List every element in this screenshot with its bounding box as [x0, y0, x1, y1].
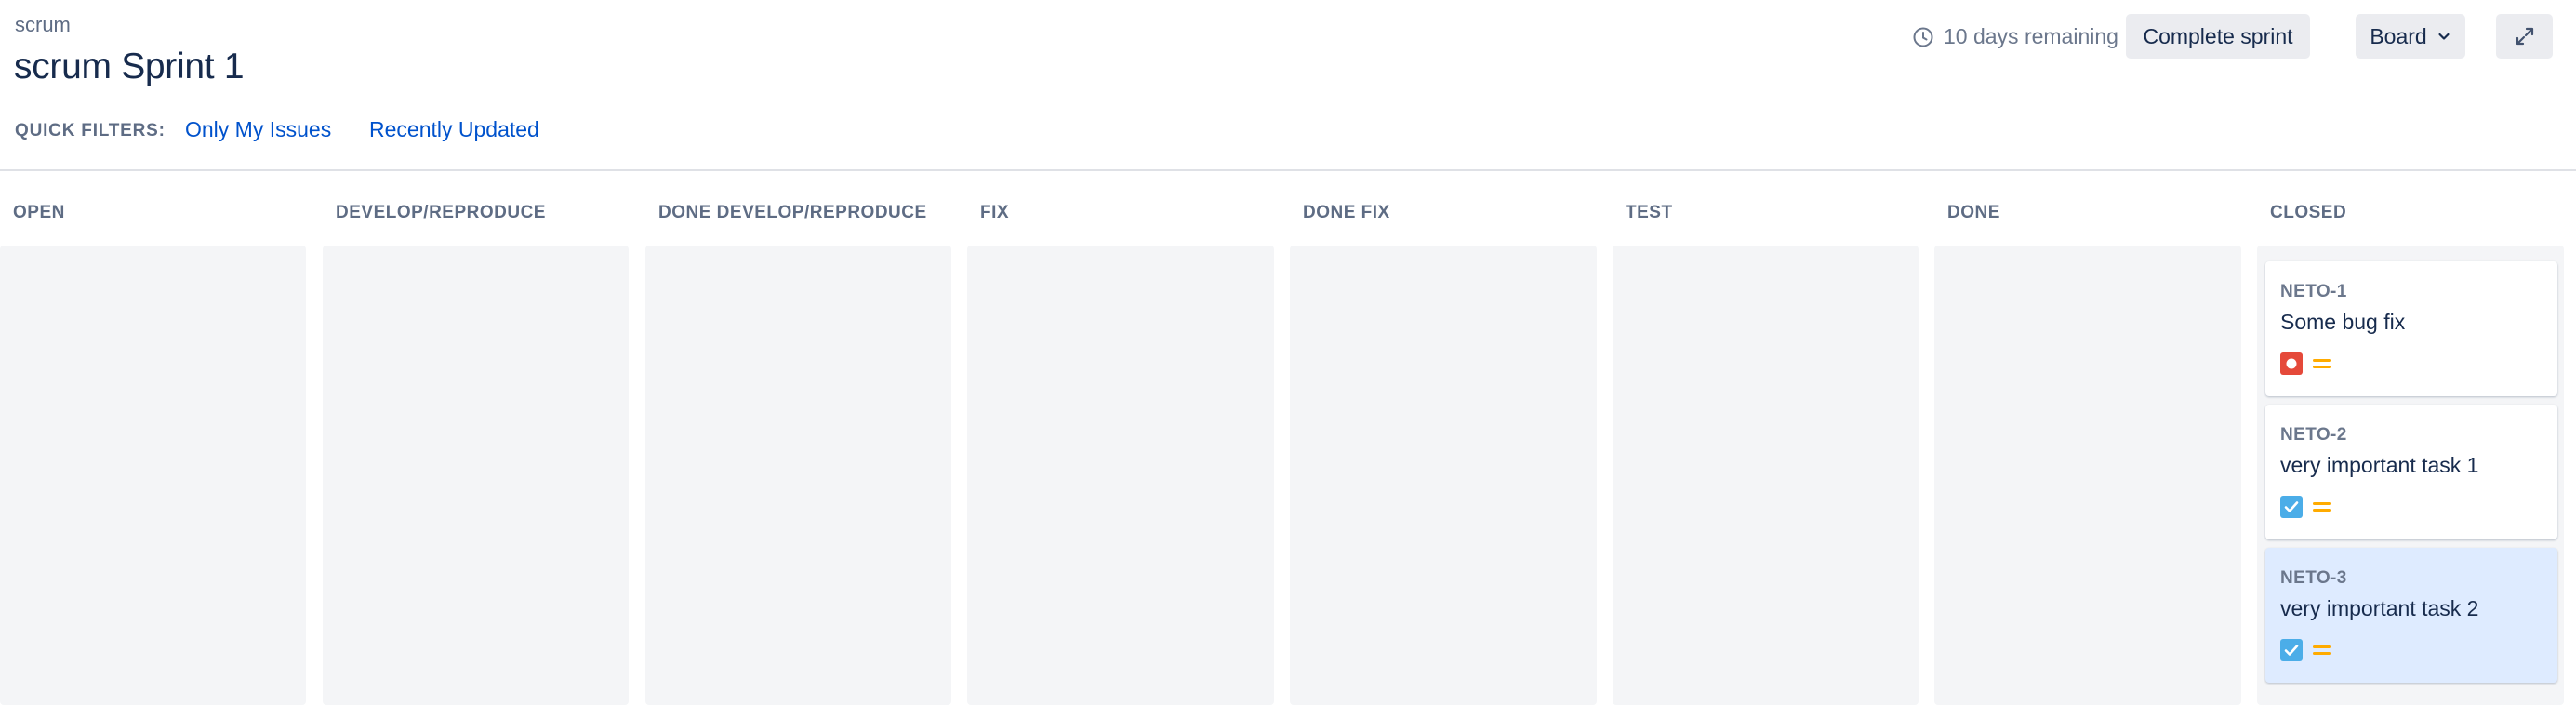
sprint-board-page: scrum scrum Sprint 1 10 days remaining C… [0, 0, 2576, 705]
priority-medium-icon [2313, 645, 2331, 655]
expand-icon [2516, 27, 2533, 46]
column-test[interactable] [1613, 246, 1919, 705]
issue-summary: very important task 1 [2280, 453, 2479, 477]
priority-medium-icon [2313, 359, 2331, 368]
column-done[interactable] [1934, 246, 2241, 705]
column-done-fix[interactable] [1290, 246, 1597, 705]
quick-filters-label: QUICK FILTERS: [15, 121, 166, 140]
issue-card[interactable]: NETO-1 Some bug fix [2265, 261, 2557, 396]
task-icon [2280, 639, 2303, 661]
column-header-fix: FIX [980, 203, 1010, 222]
task-icon [2280, 496, 2303, 518]
filter-recently-updated[interactable]: Recently Updated [369, 117, 539, 142]
column-header-done-fix: DONE FIX [1303, 203, 1390, 222]
sprint-remaining: 10 days remaining [1912, 24, 2118, 49]
issue-key[interactable]: NETO-2 [2280, 425, 2347, 446]
issue-key[interactable]: NETO-1 [2280, 282, 2347, 302]
remaining-text: 10 days remaining [1944, 24, 2118, 48]
issue-summary: Some bug fix [2280, 310, 2406, 334]
clock-icon [1913, 27, 1933, 47]
column-header-develop-reproduce: DEVELOP/REPRODUCE [336, 203, 546, 222]
issue-card[interactable]: NETO-3 very important task 2 [2265, 548, 2557, 683]
fullscreen-button[interactable] [2496, 14, 2553, 59]
chevron-down-icon [2438, 33, 2450, 40]
issue-card[interactable]: NETO-2 very important task 1 [2265, 405, 2557, 539]
header-divider [0, 169, 2576, 171]
column-header-done: DONE [1947, 203, 2000, 222]
page-title: scrum Sprint 1 [14, 47, 245, 86]
column-fix[interactable] [967, 246, 1274, 705]
breadcrumb[interactable]: scrum [15, 13, 71, 37]
complete-sprint-button[interactable]: Complete sprint [2126, 14, 2310, 59]
column-open[interactable] [0, 246, 306, 705]
column-done-develop-reproduce[interactable] [645, 246, 951, 705]
column-header-open: OPEN [13, 203, 65, 222]
bug-icon [2280, 352, 2303, 375]
issue-key[interactable]: NETO-3 [2280, 568, 2347, 589]
column-header-test: TEST [1626, 203, 1673, 222]
filter-only-my-issues[interactable]: Only My Issues [185, 117, 331, 142]
column-header-closed: CLOSED [2270, 203, 2347, 222]
column-header-done-develop-reproduce: DONE DEVELOP/REPRODUCE [658, 203, 927, 222]
column-develop-reproduce[interactable] [323, 246, 629, 705]
issue-summary: very important task 2 [2280, 596, 2479, 620]
priority-medium-icon [2313, 502, 2331, 512]
board-menu-button[interactable]: Board [2356, 14, 2465, 59]
board-menu-label: Board [2370, 23, 2427, 48]
